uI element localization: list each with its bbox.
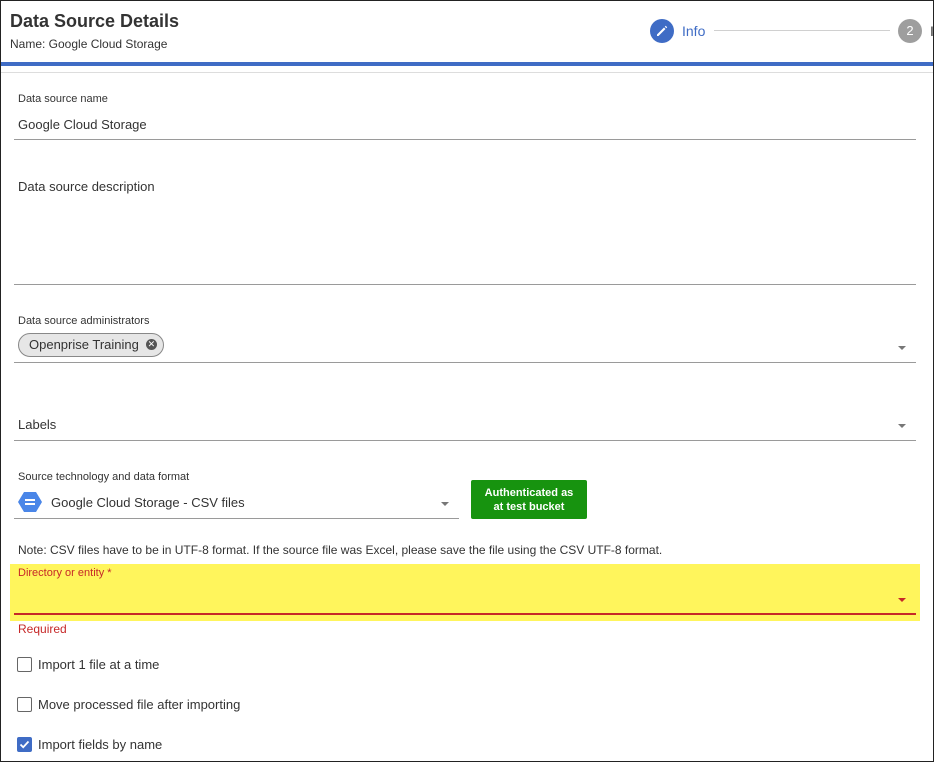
directory-label: Directory or entity * — [18, 567, 112, 579]
header-accent-bar — [1, 62, 933, 66]
stepper-connector — [714, 30, 890, 31]
labels-select[interactable]: Labels — [18, 417, 56, 432]
directory-select[interactable] — [14, 613, 916, 615]
source-tech-dropdown-icon[interactable] — [441, 502, 449, 506]
google-cloud-storage-icon — [18, 491, 42, 518]
page-title: Data Source Details — [10, 11, 180, 31]
step-2-label[interactable]: I — [930, 23, 933, 39]
csv-note: Note: CSV files have to be in UTF-8 form… — [18, 543, 663, 557]
description-underline — [14, 284, 916, 285]
source-tech-label: Source technology and data format — [18, 471, 190, 483]
step-1-label[interactable]: Info — [682, 23, 705, 39]
name-input[interactable]: Google Cloud Storage — [18, 117, 147, 132]
administrators-underline — [14, 362, 916, 363]
source-tech-underline — [14, 518, 459, 519]
step-1-pencil-icon[interactable] — [650, 19, 674, 43]
directory-dropdown-icon[interactable] — [898, 598, 906, 602]
divider — [1, 72, 933, 73]
import-fields-by-name-label[interactable]: Import fields by name — [38, 737, 162, 752]
directory-error-text: Required — [18, 622, 67, 636]
authenticated-button[interactable]: Authenticated as at test bucket — [471, 480, 587, 519]
description-input[interactable]: Data source description — [18, 179, 155, 194]
name-underline — [14, 139, 916, 140]
import-fields-by-name-checkbox[interactable] — [17, 737, 32, 752]
auth-button-line2: at test bucket — [493, 500, 565, 513]
move-processed-file-checkbox[interactable] — [17, 697, 32, 712]
move-processed-file-label[interactable]: Move processed file after importing — [38, 697, 240, 712]
checkmark-icon — [19, 740, 30, 749]
page-subtitle: Name: Google Cloud Storage — [10, 37, 168, 51]
step-2-badge[interactable]: 2 — [898, 19, 922, 43]
auth-button-line1: Authenticated as — [484, 486, 574, 499]
header: Data Source Details Name: Google Cloud S… — [1, 1, 933, 63]
import-one-file-checkbox[interactable] — [17, 657, 32, 672]
labels-underline — [14, 440, 916, 441]
source-tech-select[interactable]: Google Cloud Storage - CSV files — [51, 495, 245, 510]
admin-chip-label: Openprise Training — [29, 337, 139, 352]
admin-chip[interactable]: Openprise Training ✕ — [18, 333, 164, 357]
chip-remove-icon[interactable]: ✕ — [145, 339, 157, 350]
import-one-file-label[interactable]: Import 1 file at a time — [38, 657, 159, 672]
administrators-dropdown-icon[interactable] — [898, 346, 906, 350]
labels-dropdown-icon[interactable] — [898, 424, 906, 428]
administrators-label: Data source administrators — [18, 315, 150, 327]
app-frame: Data Source Details Name: Google Cloud S… — [0, 0, 934, 762]
name-label: Data source name — [18, 93, 108, 105]
